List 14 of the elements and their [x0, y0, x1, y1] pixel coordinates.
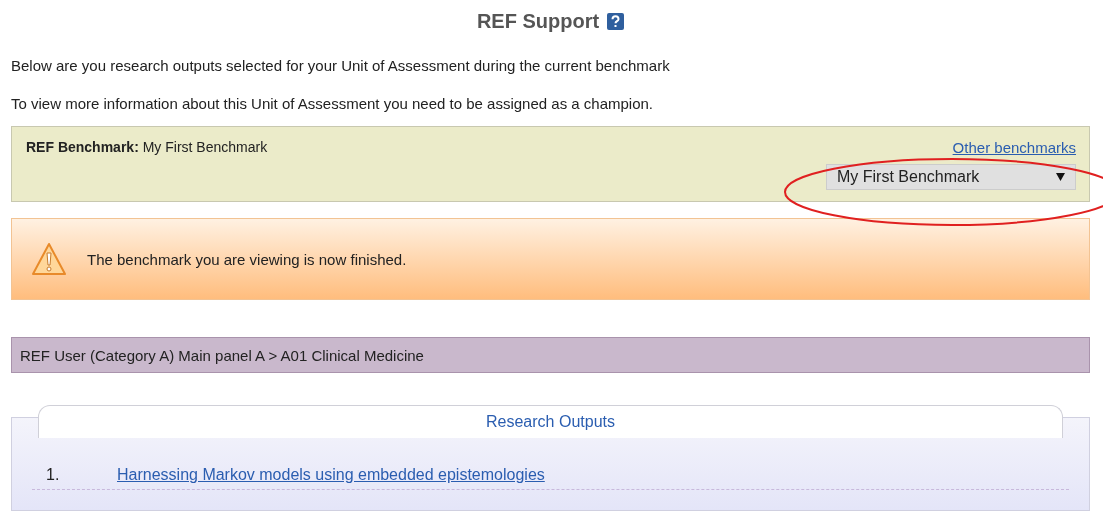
other-benchmarks-link[interactable]: Other benchmarks — [952, 139, 1076, 156]
research-outputs-tab[interactable]: Research Outputs — [38, 405, 1063, 438]
benchmark-dropdown[interactable]: My First Benchmark — [826, 164, 1076, 190]
dropdown-caret-icon — [1056, 173, 1065, 181]
warning-icon — [31, 242, 67, 276]
item-number: 1. — [45, 466, 61, 484]
intro-text: To view more information about this Unit of Assessment you need to be assigned as a champion. — [11, 94, 655, 114]
warning-message: The benchmark you are viewing is now finished. — [87, 250, 407, 268]
intro-text: Below are you research outputs selected for your Unit of Assessment during the current benchmark — [11, 56, 671, 76]
benchmark-label: REF Benchmark: My First Benchmark — [26, 139, 268, 157]
breadcrumb-text: REF User (Category A) Main panel A > A01 Clinical Medicine — [20, 346, 424, 364]
page-title: REF Support — [476, 9, 600, 33]
output-link[interactable]: Harnessing Markov models using embedded epistemologies — [117, 466, 545, 484]
help-icon[interactable] — [607, 12, 625, 30]
